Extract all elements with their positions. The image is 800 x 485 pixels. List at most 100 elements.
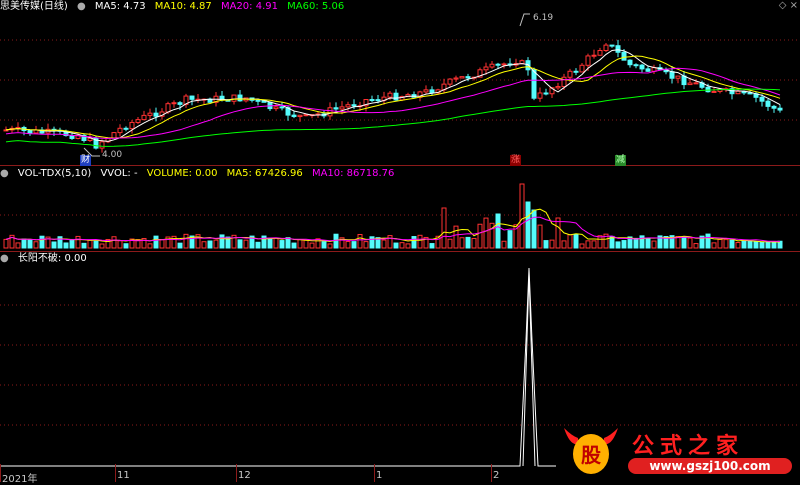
candle-body	[633, 64, 639, 67]
candle-body	[291, 114, 297, 118]
high-marker-line	[519, 13, 530, 27]
volume-bar	[483, 217, 489, 249]
candle-body	[735, 90, 741, 95]
volume-bar	[201, 241, 207, 249]
candle-body	[645, 68, 651, 72]
volume-bar	[525, 201, 531, 249]
volume-bar	[207, 240, 213, 249]
volume-bar	[633, 237, 639, 249]
volume-bar	[153, 235, 159, 249]
x-tick	[115, 464, 116, 482]
candle-body	[537, 92, 543, 99]
volume-bar	[555, 217, 561, 249]
volume-bar	[369, 236, 375, 249]
volume-bar	[723, 239, 729, 249]
volume-bar	[417, 234, 423, 249]
volume-bar	[453, 225, 459, 249]
candle-body	[375, 99, 381, 102]
candle-body	[171, 102, 177, 105]
candle-body	[339, 106, 345, 110]
volume-bar	[459, 237, 465, 249]
candle-body	[117, 127, 123, 134]
volume-bar	[759, 241, 765, 249]
volume-bar	[117, 240, 123, 249]
volume-bar	[495, 213, 501, 249]
volume-bar	[393, 242, 399, 249]
candle-body	[255, 99, 261, 102]
x-tick	[236, 464, 237, 482]
volume-bar	[93, 240, 99, 249]
ox-text: 股	[581, 443, 601, 467]
volume-bar	[243, 239, 249, 249]
volume-bar	[63, 242, 69, 249]
rise-badge[interactable]: 涨	[510, 155, 522, 166]
volume-bar	[327, 243, 333, 249]
gszj-logo: 股 公式之家 www.gszj100.com	[560, 424, 798, 478]
candle-body	[129, 121, 135, 130]
volume-bar	[315, 238, 321, 249]
candle-body	[777, 107, 783, 111]
volume-bar	[213, 239, 219, 249]
volume-bar	[591, 240, 597, 249]
candle-body	[147, 112, 153, 116]
volume-bar	[681, 236, 687, 249]
finance-badge[interactable]: 财	[80, 155, 92, 166]
reduce-badge[interactable]: 减	[615, 155, 627, 166]
candle-body	[393, 92, 399, 101]
volume-bar	[111, 236, 117, 249]
candle-body	[135, 119, 141, 123]
candle-body	[543, 92, 549, 95]
volume-bar	[573, 234, 579, 249]
candle-body	[609, 44, 615, 47]
candle-body	[639, 64, 645, 70]
volume-bar	[501, 240, 507, 249]
candle-body	[351, 104, 357, 107]
volume-bar	[21, 238, 27, 249]
candle-body	[237, 94, 243, 102]
candle-body	[177, 102, 183, 105]
candle-body	[759, 96, 765, 102]
volume-bar	[51, 241, 57, 249]
volume-bar	[15, 242, 21, 249]
candle-body	[561, 76, 567, 88]
ox-head-icon: 股	[564, 428, 618, 474]
volume-bar	[447, 238, 453, 249]
volume-bar	[765, 242, 771, 249]
candle-body	[585, 55, 591, 66]
ma5-line	[5, 49, 781, 142]
candle-body	[567, 70, 573, 78]
candle-body	[465, 76, 471, 79]
volume-bar	[351, 241, 357, 249]
candle-body	[501, 63, 507, 66]
candle-body	[387, 92, 393, 98]
volume-bar	[567, 234, 573, 249]
volume-bar	[405, 243, 411, 249]
candle-body	[111, 132, 117, 139]
candle-body	[99, 141, 105, 149]
candle-body	[69, 135, 75, 139]
candle-body	[531, 69, 537, 99]
volume-bar	[729, 239, 735, 249]
candle-body	[687, 82, 693, 86]
candle-body	[555, 86, 561, 89]
candle-body	[705, 86, 711, 93]
x-tick	[374, 464, 375, 482]
candle-body	[141, 114, 147, 121]
volume-bar	[219, 234, 225, 249]
volume-bar	[675, 236, 681, 249]
candle-body	[765, 100, 771, 107]
chart-canvas[interactable]	[0, 0, 800, 482]
candle-body	[771, 105, 777, 109]
indicator-line	[0, 267, 556, 467]
volume-bar	[381, 239, 387, 249]
candle-body	[165, 103, 171, 113]
volume-bar	[291, 242, 297, 249]
candle-body	[675, 75, 681, 79]
candle-body	[327, 107, 333, 117]
volume-bar	[279, 240, 285, 249]
x-label-2021: 2021年	[2, 474, 38, 485]
volume-bar	[87, 239, 93, 249]
candle-body	[231, 94, 237, 102]
volume-bar	[309, 242, 315, 249]
candle-body	[627, 59, 633, 66]
